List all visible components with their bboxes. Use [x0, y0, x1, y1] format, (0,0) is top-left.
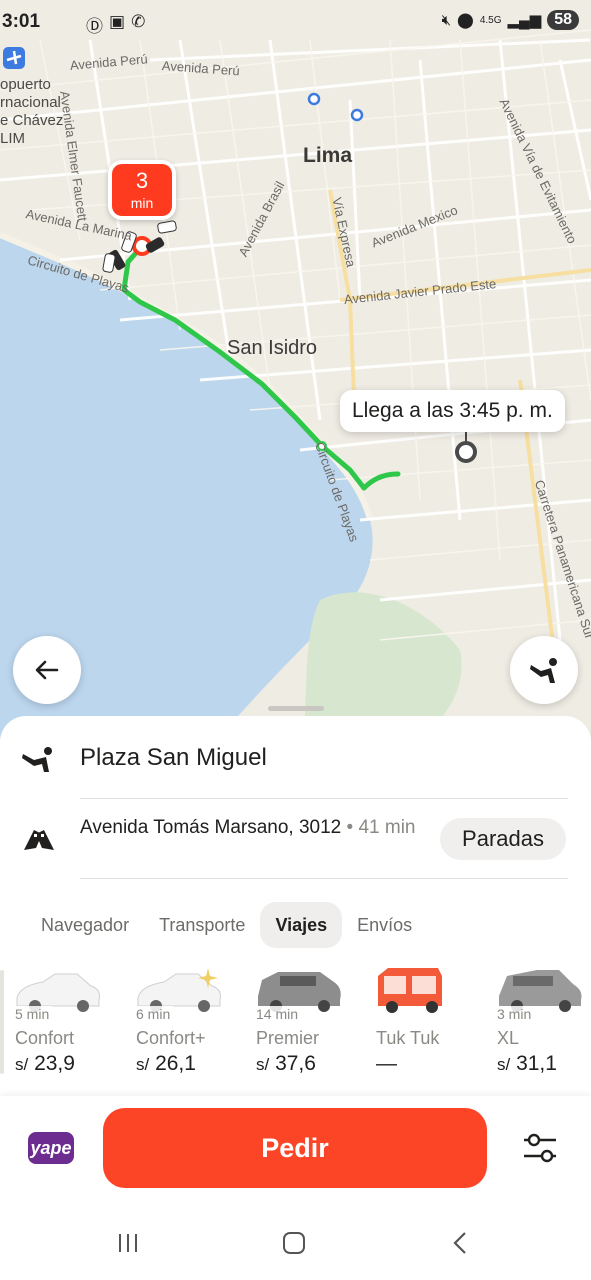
tariff-name: Confort — [15, 1028, 75, 1048]
tariff-name: Premier — [256, 1028, 320, 1048]
tariff-name: Confort+ — [136, 1028, 206, 1048]
san-isidro-label: San Isidro — [227, 337, 318, 359]
network-icon: 4.5G — [479, 14, 502, 26]
person-waving-icon — [530, 658, 557, 683]
tariff-currency: s/ — [15, 1055, 29, 1074]
d-icon: Ⓓ — [86, 17, 103, 36]
divider — [80, 878, 568, 879]
origin-address: Plaza San Miguel — [80, 744, 267, 771]
person-waving-icon — [22, 747, 52, 772]
recent-apps-icon — [119, 1234, 137, 1252]
tariff-carousel[interactable]: 5 min Confort s/ 23,9 6 min Confort+ s/ … — [0, 964, 591, 1082]
tariff-name: Tuk Tuk — [376, 1028, 440, 1048]
tariff-card-tuk-tuk[interactable]: Tuk Tuk — — [376, 964, 486, 1082]
recent-apps-button[interactable] — [114, 1228, 142, 1258]
tariff-eta: 14 min — [256, 1006, 302, 1022]
destination-address: Avenida Tomás Marsano, 3012 — [80, 817, 342, 838]
home-button[interactable] — [280, 1228, 308, 1258]
tariff-eta: 3 min — [497, 1006, 535, 1022]
tariff-currency: s/ — [256, 1055, 270, 1074]
back-button[interactable] — [13, 636, 81, 704]
tab-envios[interactable]: Envíos — [342, 902, 427, 948]
screenshot-icon: ▣ — [109, 12, 126, 31]
pickup-eta-badge: 3 min — [108, 160, 176, 220]
tab-viajes[interactable]: Viajes — [260, 902, 343, 948]
stops-button[interactable]: Paradas — [440, 818, 566, 860]
tariff-currency: s/ — [497, 1055, 511, 1074]
system-back-button[interactable] — [446, 1228, 474, 1258]
tariff-name: XL — [497, 1028, 520, 1048]
signal-icon: ▂▄▆ — [507, 12, 542, 29]
tariff-card-confort[interactable]: 5 min Confort s/ 23,9 — [15, 964, 125, 1082]
tariff-currency: s/ — [136, 1055, 150, 1074]
system-navbar — [0, 1206, 591, 1280]
trip-duration: 41 min — [358, 817, 416, 838]
payment-method-yape[interactable]: yape — [28, 1132, 74, 1164]
arrow-left-icon — [35, 660, 59, 680]
lima-label: Lima — [303, 144, 353, 167]
divider — [80, 798, 568, 799]
home-icon — [283, 1232, 305, 1254]
whatsapp-icon: ✆ — [131, 12, 146, 31]
arrival-time-bubble: Llega a las 3:45 p. m. — [340, 390, 565, 432]
destination-row[interactable]: Avenida Tomás Marsano, 3012 • 41 min Par… — [0, 812, 591, 872]
destination-marker — [455, 441, 477, 463]
status-bar: 3:01 Ⓓ ▣ ✆ 🔇︎ ⬤ 4.5G ▂▄▆ 58 — [0, 0, 591, 44]
pickup-eta-value: 3 — [135, 168, 149, 193]
tariff-card-premier[interactable]: 14 min Premier s/ 37,6 — [256, 964, 366, 1082]
red-tuktuk-icon — [378, 968, 442, 1013]
tariff-eta: 6 min — [136, 1006, 174, 1022]
tariff-price: 23,9 — [34, 1052, 75, 1075]
service-tabs: Navegador Transporte Viajes Envíos — [26, 902, 427, 948]
pickup-point-button[interactable] — [510, 636, 578, 704]
battery-indicator: 58 — [547, 10, 579, 30]
airport-label: opuerto rnacional e Chávez LIM — [0, 76, 64, 147]
pickup-eta-unit: min — [130, 195, 154, 211]
sheet-handle[interactable] — [268, 706, 324, 711]
tariff-card-confort-plus[interactable]: 6 min Confort+ s/ 26,1 — [136, 964, 246, 1082]
tariff-price: 26,1 — [155, 1052, 196, 1075]
tariff-price: 37,6 — [275, 1052, 316, 1075]
tariff-eta: 5 min — [15, 1006, 53, 1022]
tab-navegador[interactable]: Navegador — [26, 902, 144, 948]
tab-transporte[interactable]: Transporte — [144, 902, 260, 948]
checkered-flags-icon — [24, 830, 54, 850]
mute-icon: 🔇︎ — [441, 11, 452, 29]
chevron-left-icon — [453, 1232, 466, 1254]
status-time: 3:01 — [2, 11, 41, 32]
origin-row[interactable]: Plaza San Miguel — [0, 736, 591, 784]
tariff-price: 31,1 — [516, 1052, 557, 1075]
map[interactable]: opuerto rnacional e Chávez LIM Lima San … — [0, 0, 591, 760]
tariff-card-xl[interactable]: 3 min XL s/ 31,1 — [497, 964, 591, 1082]
tariff-price: — — [376, 1052, 397, 1075]
order-button[interactable]: Pedir — [103, 1108, 487, 1188]
settings-sliders-icon[interactable] — [520, 1130, 560, 1166]
location-icon: ⬤ — [457, 12, 474, 29]
